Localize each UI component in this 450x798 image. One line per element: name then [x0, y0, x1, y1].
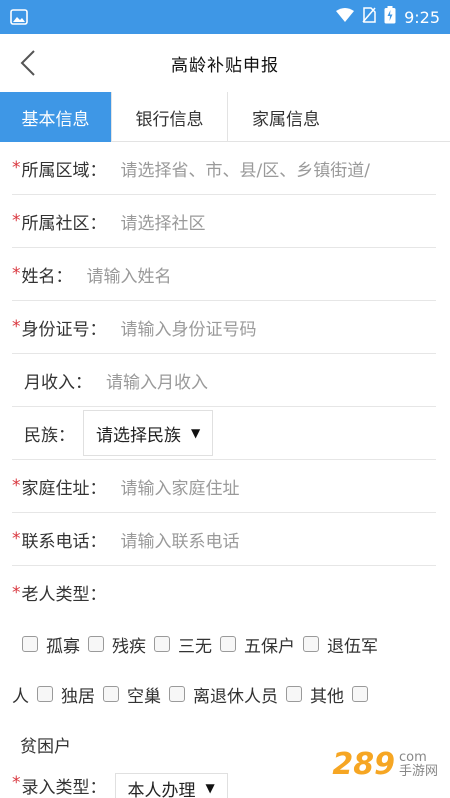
phone-row: * 联系电话： 请输入联系电话 — [12, 513, 436, 566]
no-sim-icon — [362, 7, 376, 27]
checkbox[interactable] — [352, 686, 368, 702]
option-veteran-label: 退伍军 — [327, 636, 378, 657]
income-input[interactable]: 请输入月收入 — [106, 368, 436, 393]
ethnicity-value: 请选择民族 — [96, 425, 181, 446]
community-row: * 所属社区： 请选择社区 — [12, 195, 436, 248]
watermark: 289 com 手游网 — [332, 747, 438, 782]
checkbox[interactable] — [286, 686, 302, 702]
region-select[interactable]: 请选择省、市、县/区、乡镇街道/ — [121, 156, 437, 181]
option-veteran-label-cont: 人 — [12, 686, 29, 707]
dropdown-arrow-icon: ▼ — [205, 781, 215, 795]
phone-input[interactable]: 请输入联系电话 — [121, 527, 437, 552]
checkbox[interactable] — [88, 636, 104, 652]
chevron-left-icon — [20, 50, 35, 76]
tab-bar: 基本信息 银行信息 家属信息 — [0, 92, 450, 142]
community-select[interactable]: 请选择社区 — [121, 209, 437, 234]
entry-type-select[interactable]: 本人办理 ▼ — [114, 773, 228, 798]
entry-type-value: 本人办理 — [127, 780, 196, 798]
income-row: 月收入： 请输入月收入 — [12, 354, 436, 407]
required-mark: * — [12, 158, 21, 178]
watermark-com: com — [398, 749, 427, 765]
ethnicity-label: 民族： — [24, 425, 75, 446]
option-poor-label: 贫困户 — [20, 736, 71, 757]
option-solitary[interactable]: 孤寡 — [12, 632, 86, 657]
required-mark: * — [12, 773, 21, 793]
status-bar: 9:25 — [0, 0, 450, 34]
idcard-label: 身份证号： — [21, 319, 107, 340]
gallery-icon — [10, 9, 30, 25]
name-input[interactable]: 请输入姓名 — [87, 262, 437, 287]
name-row: * 姓名： 请输入姓名 — [12, 248, 436, 301]
basic-info-form: * 所属区域： 请选择省、市、县/区、乡镇街道/ * 所属社区： 请选择社区 *… — [0, 142, 450, 798]
option-poor[interactable] — [350, 686, 376, 702]
watermark-brand: 289 — [332, 747, 395, 782]
battery-icon — [384, 6, 396, 28]
ethnicity-select[interactable]: 请选择民族 ▼ — [83, 410, 214, 456]
community-label: 所属社区： — [21, 213, 107, 234]
option-other[interactable]: 其他 — [284, 682, 350, 707]
entry-type-label: 录入类型： — [21, 778, 107, 798]
option-three-no[interactable]: 三无 — [152, 632, 218, 657]
region-label: 所属区域： — [21, 160, 107, 181]
income-label: 月收入： — [24, 372, 92, 393]
required-mark: * — [12, 264, 21, 284]
address-row: * 家庭住址： 请输入家庭住址 — [12, 460, 436, 513]
address-input[interactable]: 请输入家庭住址 — [121, 474, 437, 499]
checkbox[interactable] — [169, 686, 185, 702]
required-mark: * — [12, 211, 21, 231]
option-empty-nest[interactable]: 空巢 — [101, 682, 167, 707]
checkbox[interactable] — [303, 636, 319, 652]
required-mark: * — [12, 317, 21, 337]
region-row: * 所属区域： 请选择省、市、县/区、乡镇街道/ — [12, 142, 436, 195]
status-time: 9:25 — [404, 7, 440, 27]
dropdown-arrow-icon: ▼ — [191, 426, 201, 440]
option-five-guarantee[interactable]: 五保户 — [218, 632, 301, 657]
option-veteran[interactable]: 退伍军 — [301, 632, 384, 657]
option-disabled[interactable]: 残疾 — [86, 632, 152, 657]
option-line: 孤寡 残疾 三无 五保户 退伍军 — [12, 619, 436, 669]
checkbox[interactable] — [37, 686, 53, 702]
back-button[interactable] — [14, 48, 42, 78]
name-label: 姓名： — [21, 266, 73, 287]
option-living-alone[interactable]: 独居 — [35, 682, 101, 707]
page-title: 高龄补贴申报 — [171, 55, 279, 76]
option-line: 人 独居 空巢 离退休人员 其他 — [12, 669, 436, 719]
title-bar: 高龄补贴申报 — [0, 34, 450, 92]
idcard-row: * 身份证号： 请输入身份证号码 — [12, 301, 436, 354]
wifi-icon — [336, 7, 355, 27]
checkbox[interactable] — [103, 686, 119, 702]
idcard-input[interactable]: 请输入身份证号码 — [121, 315, 437, 340]
required-mark: * — [12, 529, 21, 549]
elder-type-label: 老人类型： — [21, 585, 107, 605]
elder-type-row: * 老人类型： — [12, 566, 436, 619]
tab-family-info[interactable]: 家属信息 — [228, 92, 344, 142]
option-retired[interactable]: 离退休人员 — [167, 682, 284, 707]
watermark-sub: 手游网 — [398, 763, 438, 779]
address-label: 家庭住址： — [21, 478, 107, 499]
tab-basic-info[interactable]: 基本信息 — [0, 92, 112, 142]
ethnicity-row: 民族： 请选择民族 ▼ — [12, 407, 436, 460]
checkbox[interactable] — [154, 636, 170, 652]
required-mark: * — [12, 582, 21, 603]
phone-label: 联系电话： — [21, 531, 107, 552]
required-mark: * — [12, 476, 21, 496]
checkbox[interactable] — [220, 636, 236, 652]
tab-bank-info[interactable]: 银行信息 — [112, 92, 228, 142]
checkbox[interactable] — [22, 636, 38, 652]
